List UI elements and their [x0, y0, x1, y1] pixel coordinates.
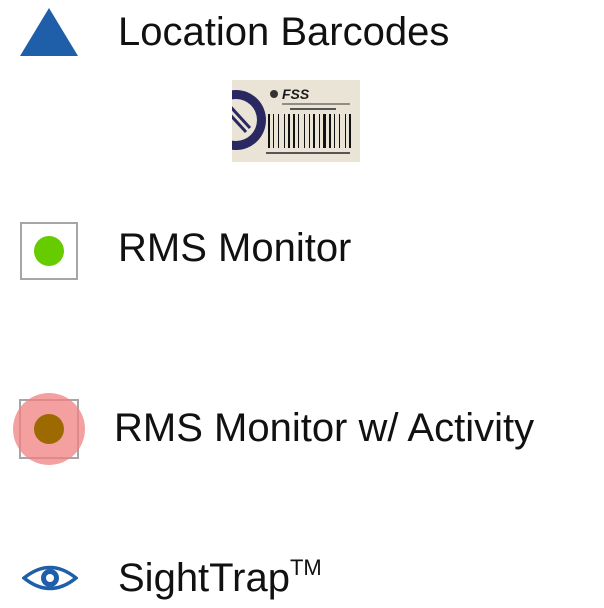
legend-item-sighttrap: SightTrapTM [0, 548, 604, 608]
barcode-sample-image: FSS [232, 80, 360, 162]
legend-label-sighttrap-text: SightTrap [118, 556, 290, 600]
legend-item-location-barcodes: Location Barcodes FSS [0, 0, 604, 170]
brown-dot-red-halo-icon [13, 393, 85, 465]
eye-icon [22, 565, 78, 591]
barcode-brand-text: FSS [282, 86, 310, 102]
green-dot-square-icon [20, 222, 78, 280]
blue-triangle-icon [20, 8, 78, 56]
legend-label-location-barcodes: Location Barcodes [118, 10, 450, 54]
legend-label-rms-monitor-activity: RMS Monitor w/ Activity [114, 406, 535, 450]
legend-label-sighttrap: SightTrapTM [118, 554, 322, 602]
legend-item-rms-monitor-activity: RMS Monitor w/ Activity [0, 380, 604, 470]
trademark-superscript: TM [289, 554, 322, 580]
legend-label-rms-monitor: RMS Monitor [118, 226, 352, 270]
legend-item-rms-monitor: RMS Monitor [0, 210, 604, 290]
